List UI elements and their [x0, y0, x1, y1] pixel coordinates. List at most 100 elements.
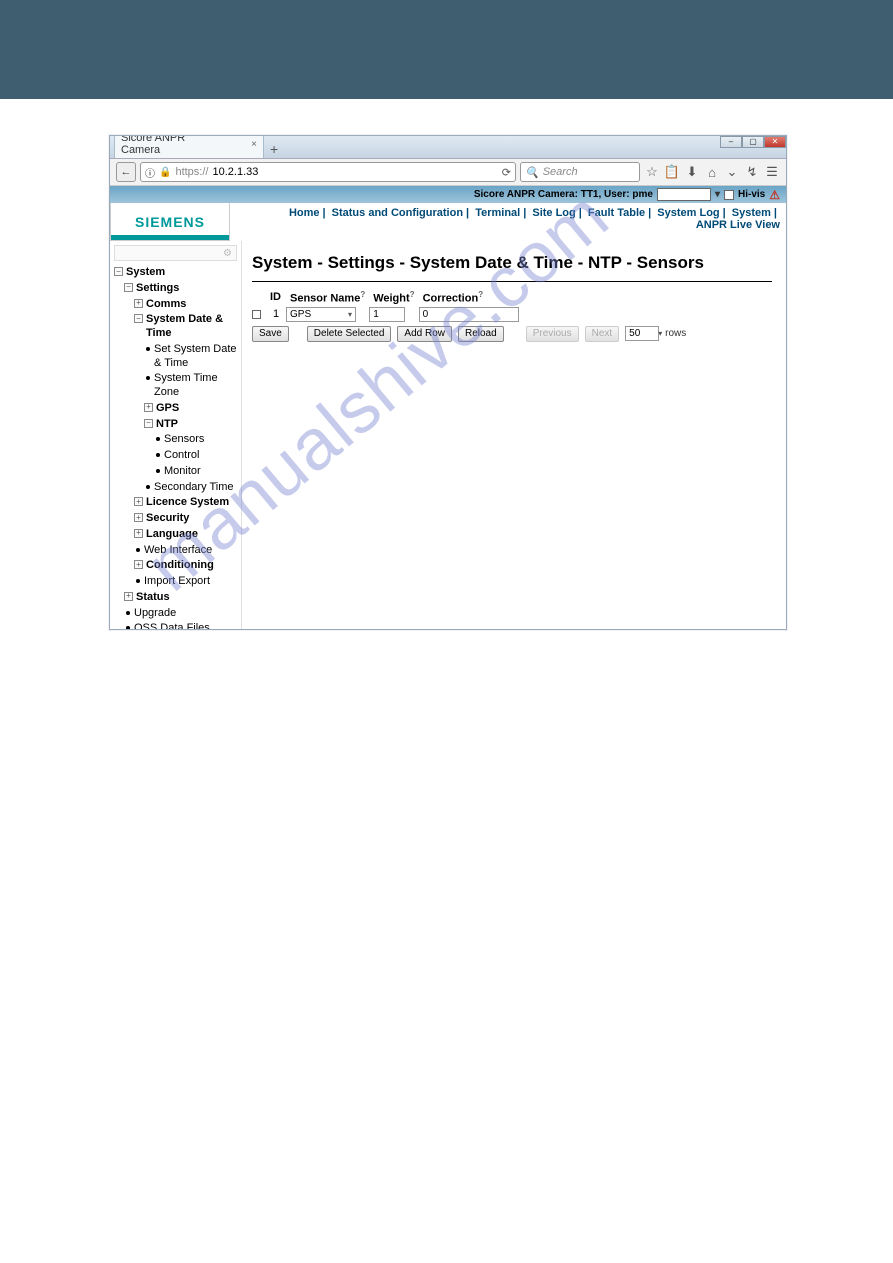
- clipboard-icon[interactable]: 📋: [664, 164, 680, 180]
- lock-icon: 🔒: [159, 167, 171, 178]
- nav-anpr-live[interactable]: ANPR Live View: [696, 219, 780, 231]
- bullet-icon: [136, 579, 140, 583]
- nav-system-log[interactable]: System Log: [657, 207, 719, 219]
- tree-gps[interactable]: +GPS: [110, 401, 241, 417]
- user-dropdown[interactable]: [657, 188, 711, 201]
- sensor-name-select[interactable]: GPS ▾: [286, 307, 356, 322]
- expand-icon[interactable]: +: [134, 529, 143, 538]
- tree-monitor[interactable]: Monitor: [110, 464, 241, 480]
- expand-icon[interactable]: +: [134, 513, 143, 522]
- tree-security[interactable]: +Security: [110, 511, 241, 527]
- expand-icon[interactable]: +: [124, 592, 133, 601]
- actions-icon[interactable]: ↯: [744, 164, 760, 180]
- expand-icon[interactable]: +: [134, 299, 143, 308]
- tab-strip: Sicore ANPR Camera × +: [110, 136, 786, 158]
- tree-ntp[interactable]: −NTP: [110, 417, 241, 433]
- collapse-icon[interactable]: −: [144, 419, 153, 428]
- app-body: ⚙ −System −Settings +Comms −System Date …: [110, 241, 786, 629]
- nav-status-config[interactable]: Status and Configuration: [332, 207, 463, 219]
- minimize-button[interactable]: –: [720, 136, 742, 148]
- sidebar-search[interactable]: ⚙: [114, 245, 237, 261]
- brand-underline: [111, 235, 229, 240]
- bullet-icon: [136, 548, 140, 552]
- home-icon[interactable]: ⌂: [704, 164, 720, 180]
- delete-selected-button[interactable]: Delete Selected: [307, 326, 392, 342]
- expand-icon[interactable]: +: [144, 403, 153, 412]
- main-panel: System - Settings - System Date & Time -…: [242, 241, 786, 629]
- tree-language[interactable]: +Language: [110, 527, 241, 543]
- reload-button[interactable]: Reload: [458, 326, 504, 342]
- collapse-icon[interactable]: −: [114, 267, 123, 276]
- help-icon[interactable]: ?: [410, 290, 415, 299]
- table-head: ID Sensor Name? Weight? Correction?: [252, 288, 519, 307]
- rows-select[interactable]: 50 ▾: [625, 326, 659, 341]
- correction-input[interactable]: 0: [419, 307, 519, 322]
- hivis-checkbox[interactable]: [724, 190, 734, 200]
- expand-icon[interactable]: +: [134, 497, 143, 506]
- tree-system[interactable]: −System: [110, 265, 241, 281]
- tree-status[interactable]: +Status: [110, 590, 241, 606]
- button-row: Save Delete Selected Add Row Reload Prev…: [252, 326, 772, 342]
- collapse-icon[interactable]: −: [134, 314, 143, 323]
- row-checkbox[interactable]: [252, 310, 261, 319]
- brand-logo-cell: SIEMENS: [110, 203, 230, 241]
- previous-button[interactable]: Previous: [526, 326, 579, 342]
- tree-control[interactable]: Control: [110, 448, 241, 464]
- tree-setdate[interactable]: Set System Date & Time: [110, 342, 241, 372]
- nav-terminal[interactable]: Terminal: [475, 207, 520, 219]
- menu-icon[interactable]: ☰: [764, 164, 780, 180]
- bullet-icon: [146, 376, 150, 380]
- bookmark-icon[interactable]: ☆: [644, 164, 660, 180]
- help-icon[interactable]: ?: [360, 290, 365, 299]
- downloads-icon[interactable]: ⬇: [684, 164, 700, 180]
- next-button[interactable]: Next: [585, 326, 620, 342]
- search-box[interactable]: 🔍 Search: [520, 162, 640, 182]
- pocket-icon[interactable]: ⌄: [724, 164, 740, 180]
- col-sensor-name: Sensor Name: [290, 293, 360, 305]
- bullet-icon: [156, 469, 160, 473]
- tree-settings[interactable]: −Settings: [110, 281, 241, 297]
- nav-home[interactable]: Home: [289, 207, 320, 219]
- tree-importexport[interactable]: Import Export: [110, 574, 241, 590]
- brand-logo: SIEMENS: [135, 214, 205, 230]
- gear-icon: ⚙: [223, 248, 232, 259]
- nav-fault-table[interactable]: Fault Table: [588, 207, 645, 219]
- sidebar: ⚙ −System −Settings +Comms −System Date …: [110, 241, 242, 629]
- tab-close-icon[interactable]: ×: [251, 139, 257, 150]
- tree-comms[interactable]: +Comms: [110, 297, 241, 313]
- back-button[interactable]: ←: [116, 162, 136, 182]
- new-tab-button[interactable]: +: [264, 140, 284, 158]
- tree-upgrade[interactable]: Upgrade: [110, 606, 241, 622]
- tree-secondary[interactable]: Secondary Time: [110, 480, 241, 496]
- tree-webif[interactable]: Web Interface: [110, 543, 241, 559]
- search-icon: 🔍: [525, 166, 539, 179]
- warning-icon[interactable]: ⚠: [769, 188, 780, 202]
- weight-input[interactable]: 1: [369, 307, 405, 322]
- collapse-icon[interactable]: −: [124, 283, 133, 292]
- save-button[interactable]: Save: [252, 326, 289, 342]
- tree-timezone[interactable]: System Time Zone: [110, 371, 241, 401]
- nav-tree: −System −Settings +Comms −System Date & …: [110, 265, 241, 629]
- tree-conditioning[interactable]: +Conditioning: [110, 558, 241, 574]
- reload-icon[interactable]: ⟳: [502, 166, 511, 179]
- info-icon: ⓘ: [145, 165, 155, 180]
- rows-label: rows: [665, 328, 686, 339]
- address-bar[interactable]: ⓘ 🔒 https:// 10.2.1.33 ⟳: [140, 162, 516, 182]
- camera-user-label: Sicore ANPR Camera: TT1, User: pme: [474, 189, 653, 200]
- tree-sysdate[interactable]: −System Date & Time: [110, 312, 241, 342]
- nav-site-log[interactable]: Site Log: [532, 207, 575, 219]
- help-icon[interactable]: ?: [478, 290, 483, 299]
- expand-icon[interactable]: +: [134, 560, 143, 569]
- dropdown-arrow-icon[interactable]: ▾: [715, 189, 720, 200]
- add-row-button[interactable]: Add Row: [397, 326, 452, 342]
- tree-licence[interactable]: +Licence System: [110, 495, 241, 511]
- maximize-button[interactable]: ▢: [742, 136, 764, 148]
- col-id: ID: [270, 291, 281, 303]
- tree-oss[interactable]: OSS Data Files: [110, 621, 241, 629]
- bullet-icon: [156, 453, 160, 457]
- close-button[interactable]: ✕: [764, 136, 786, 148]
- tree-sensors[interactable]: Sensors: [110, 432, 241, 448]
- browser-tab[interactable]: Sicore ANPR Camera ×: [114, 135, 264, 158]
- nav-system[interactable]: System: [732, 207, 771, 219]
- app-header: Sicore ANPR Camera: TT1, User: pme ▾ Hi-…: [110, 186, 786, 203]
